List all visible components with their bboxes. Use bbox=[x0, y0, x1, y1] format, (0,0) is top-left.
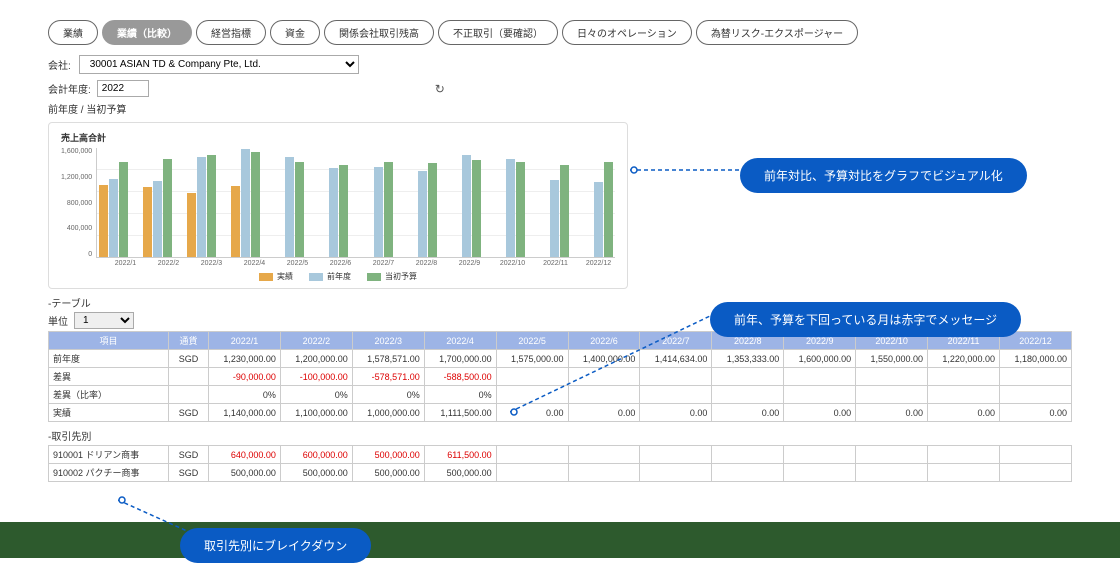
chart-panel: 売上高合計 1,600,0001,200,000800,000400,0000 … bbox=[48, 122, 628, 289]
compare-mode-label: 前年度 / 当初予算 bbox=[0, 101, 1120, 116]
chart-y-axis: 1,600,0001,200,000800,000400,0000 bbox=[61, 148, 96, 258]
company-select[interactable]: 30001 ASIAN TD & Company Pte, Ltd. bbox=[79, 55, 359, 74]
refresh-icon[interactable]: ↻ bbox=[435, 82, 445, 96]
tab-fx-risk[interactable]: 為替リスク-エクスポージャー bbox=[696, 20, 858, 45]
unit-label: 単位 bbox=[48, 313, 68, 328]
chart-x-axis: 2022/12022/22022/32022/42022/52022/62022… bbox=[109, 260, 615, 267]
tab-bar: 業績 業績（比較） 経営指標 資金 関係会社取引残高 不正取引（要確認） 日々の… bbox=[0, 0, 1120, 55]
chart-plot bbox=[96, 148, 615, 258]
tab-fraud[interactable]: 不正取引（要確認） bbox=[438, 20, 558, 45]
tab-related-balance[interactable]: 関係会社取引残高 bbox=[324, 20, 434, 45]
chart-title: 売上高合計 bbox=[61, 131, 615, 144]
company-label: 会社: bbox=[48, 57, 71, 72]
chart-legend: 実績 前年度 当初予算 bbox=[61, 271, 615, 282]
footer-band bbox=[0, 522, 1120, 558]
vendor-section-label: -取引先別 bbox=[0, 428, 1120, 443]
tab-funds[interactable]: 資金 bbox=[270, 20, 320, 45]
tab-daily-ops[interactable]: 日々のオペレーション bbox=[562, 20, 692, 45]
vendor-table: 910001 ドリアン商事SGD640,000.00600,000.00500,… bbox=[48, 445, 1072, 482]
connector-1 bbox=[630, 160, 750, 180]
tab-kpi[interactable]: 経営指標 bbox=[196, 20, 266, 45]
tab-results[interactable]: 業績 bbox=[48, 20, 98, 45]
legend-swatch-budget bbox=[367, 273, 381, 281]
callout-chart-visual: 前年対比、予算対比をグラフでビジュアル化 bbox=[740, 158, 1027, 193]
fy-label: 会計年度: bbox=[48, 81, 91, 96]
unit-select[interactable]: 1 bbox=[74, 312, 134, 329]
fy-input[interactable] bbox=[97, 80, 149, 97]
callout-red-message: 前年、予算を下回っている月は赤字でメッセージ bbox=[710, 302, 1021, 337]
main-table: 項目通貨2022/12022/22022/32022/42022/52022/6… bbox=[48, 331, 1072, 422]
tab-results-compare[interactable]: 業績（比較） bbox=[102, 20, 192, 45]
legend-swatch-actual bbox=[259, 273, 273, 281]
legend-swatch-prev bbox=[309, 273, 323, 281]
